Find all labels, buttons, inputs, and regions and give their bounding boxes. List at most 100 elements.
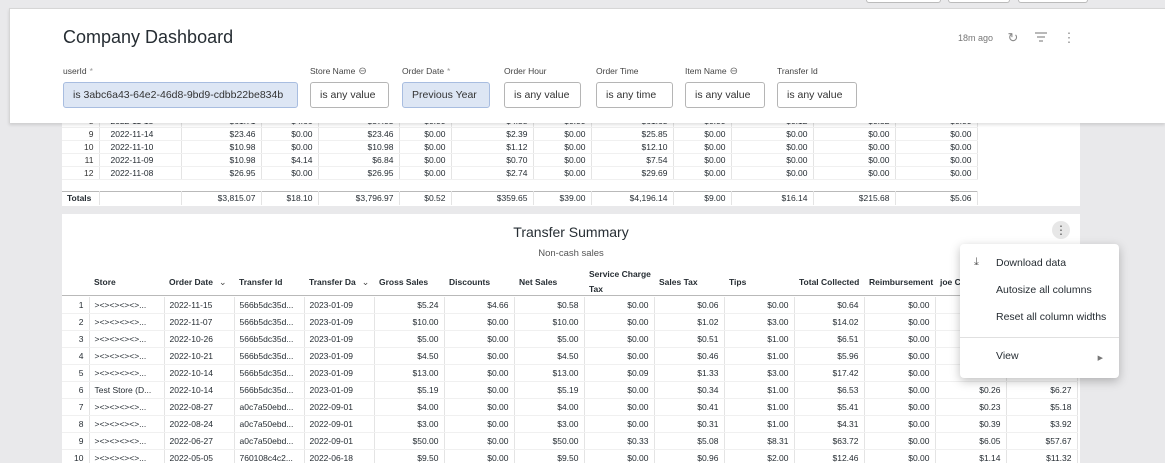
table-cell: $0.96	[654, 449, 725, 463]
table-cell: $10.98	[181, 153, 262, 167]
filter-transfer-id-input[interactable]: is any value	[777, 82, 857, 108]
table-cell: $0.00	[444, 449, 515, 463]
filter-item-name-input[interactable]: is any value	[685, 82, 765, 108]
column-header-label: Transfer Id	[239, 276, 283, 287]
top-toolbar-button-stub	[948, 0, 1010, 3]
column-header[interactable]: Net Sales	[519, 268, 585, 296]
column-header[interactable]: Store	[94, 268, 160, 296]
column-header-label: Net Sales	[519, 276, 558, 287]
table-cell: $50.00	[514, 432, 585, 450]
column-header-label: Service Charge Tax	[589, 269, 651, 294]
column-header[interactable]: Transfer Id	[239, 268, 305, 296]
filter-store-name-input[interactable]: is any value	[310, 82, 389, 108]
column-header[interactable]: Transfer Da ⌄	[309, 268, 375, 296]
table-cell: $0.00	[895, 166, 978, 180]
table-cell: $0.00	[864, 449, 936, 463]
table-cell: $0.00	[864, 313, 936, 331]
filter-transfer-id: Transfer Id is any value	[777, 65, 857, 108]
totals-cell: $215.68	[813, 191, 896, 205]
column-header-label: Gross Sales	[379, 276, 429, 287]
menu-item-reset-column-widths[interactable]: Reset all column widths	[996, 309, 1106, 325]
filter-label: Store Name	[310, 66, 356, 76]
table-row: 3 ><><><><>... 2022-10-26 566b5dc35d... 2023…	[62, 330, 1078, 348]
table-cell: 2022-11-08	[99, 166, 182, 180]
column-header-label: Order Date	[169, 276, 213, 287]
table-cell: $0.39	[935, 415, 1007, 433]
filter-icon[interactable]	[1033, 31, 1049, 44]
table-cell: 10	[62, 140, 100, 154]
card-more-vert-icon[interactable]: ⋮	[1052, 221, 1070, 239]
table-cell: $0.00	[261, 127, 319, 141]
table-cell: $4.00	[514, 398, 585, 416]
column-header[interactable]: Service Charge Tax	[589, 268, 655, 296]
menu-item-view[interactable]: View	[996, 348, 1019, 364]
table-cell: $0.00	[895, 140, 978, 154]
sort-chevron-icon[interactable]: ⌄	[362, 275, 370, 290]
filter-order-hour-input[interactable]: is any value	[504, 82, 581, 108]
table-cell: $0.00	[673, 140, 732, 154]
table-row: 2 ><><><><>... 2022-11-07 566b5dc35d... 2023…	[62, 313, 1078, 331]
table-cell: $0.00	[864, 415, 936, 433]
table-cell: 4	[62, 347, 90, 365]
totals-cell: $5.06	[895, 191, 978, 205]
table-cell: $23.46	[181, 127, 262, 141]
table-cell: $6.51	[794, 330, 865, 348]
column-header[interactable]: Discounts	[449, 268, 515, 296]
top-toolbar-button-stub	[1018, 0, 1088, 3]
table-cell: $0.26	[935, 381, 1007, 399]
table-row: 11 2022-11-09 $10.98 $4.14 $6.84 $0.00 $0.70 $0…	[62, 153, 978, 167]
filter-userid-input[interactable]: is 3abc6a43-64e2-46d8-9bd9-cdbb22be834b	[63, 82, 298, 108]
table-cell: 2022-10-26	[164, 330, 235, 348]
table-cell: $5.19	[514, 381, 585, 399]
column-header[interactable]: Order Date ⌄	[169, 268, 235, 296]
table-row: 10 ><><><><>... 2022-05-05 760108c4c2... 202…	[62, 449, 1078, 463]
table-cell: $1.33	[654, 364, 725, 382]
table-cell: 2022-11-10	[99, 140, 182, 154]
column-header-label: Total Collected	[799, 276, 860, 287]
last-updated-label: 18m ago	[957, 32, 993, 43]
table-cell: $13.00	[514, 364, 585, 382]
table-cell: $1.00	[724, 415, 795, 433]
table-row: 1 ><><><><>... 2022-11-15 566b5dc35d... 2023…	[62, 297, 1078, 314]
table-cell: $0.00	[584, 313, 655, 331]
filter-store-name: Store Name ⊖ is any value	[310, 65, 389, 108]
filter-order-date-input[interactable]: Previous Year	[402, 82, 490, 108]
filter-order-time-input[interactable]: is any time	[596, 82, 673, 108]
download-icon: ⤓	[974, 256, 979, 268]
column-header-label: Tips	[729, 276, 747, 287]
table-cell: 566b5dc35d...	[234, 297, 305, 314]
column-header[interactable]: Total Collected	[799, 268, 865, 296]
filter-label: Item Name	[685, 66, 727, 76]
table-cell: $0.00	[584, 398, 655, 416]
menu-item-autosize-columns[interactable]: Autosize all columns	[996, 282, 1092, 298]
column-header-label: Transfer Da	[309, 276, 356, 287]
table-cell: ><><><><>...	[89, 364, 165, 382]
header-controls: 18m ago ↻ ⋮	[958, 31, 1077, 44]
table-cell: 2023-01-09	[304, 364, 375, 382]
filter-label: userId	[63, 66, 87, 76]
column-header[interactable]: Tips	[729, 268, 795, 296]
table-cell: $8.31	[724, 432, 795, 450]
table-cell: $0.41	[654, 398, 725, 416]
table-cell: $0.23	[935, 398, 1007, 416]
column-header[interactable]: Sales Tax	[659, 268, 725, 296]
table-row: 6 Test Store (D... 2022-10-14 566b5dc35d...…	[62, 381, 1078, 399]
table-cell: 2023-01-09	[304, 330, 375, 348]
more-vert-icon[interactable]: ⋮	[1061, 31, 1077, 44]
column-header[interactable]: Reimbursement	[869, 268, 935, 296]
table-cell: $63.72	[794, 432, 865, 450]
table-cell: 10	[62, 449, 90, 463]
menu-item-download-data[interactable]: Download data	[996, 255, 1066, 271]
table-cell: $0.00	[731, 166, 814, 180]
table-cell: $0.00	[864, 297, 936, 314]
table-cell: $0.64	[794, 297, 865, 314]
table-cell: 6	[62, 381, 90, 399]
table-cell: $0.34	[654, 381, 725, 399]
table-cell: $4.31	[794, 415, 865, 433]
sort-chevron-icon[interactable]: ⌄	[219, 275, 227, 290]
table-cell: $0.00	[895, 153, 978, 167]
transfer-summary-title: Transfer Summary	[513, 224, 629, 240]
table-cell: 9	[62, 127, 100, 141]
refresh-icon[interactable]: ↻	[1005, 31, 1021, 44]
column-header[interactable]: Gross Sales	[379, 268, 445, 296]
